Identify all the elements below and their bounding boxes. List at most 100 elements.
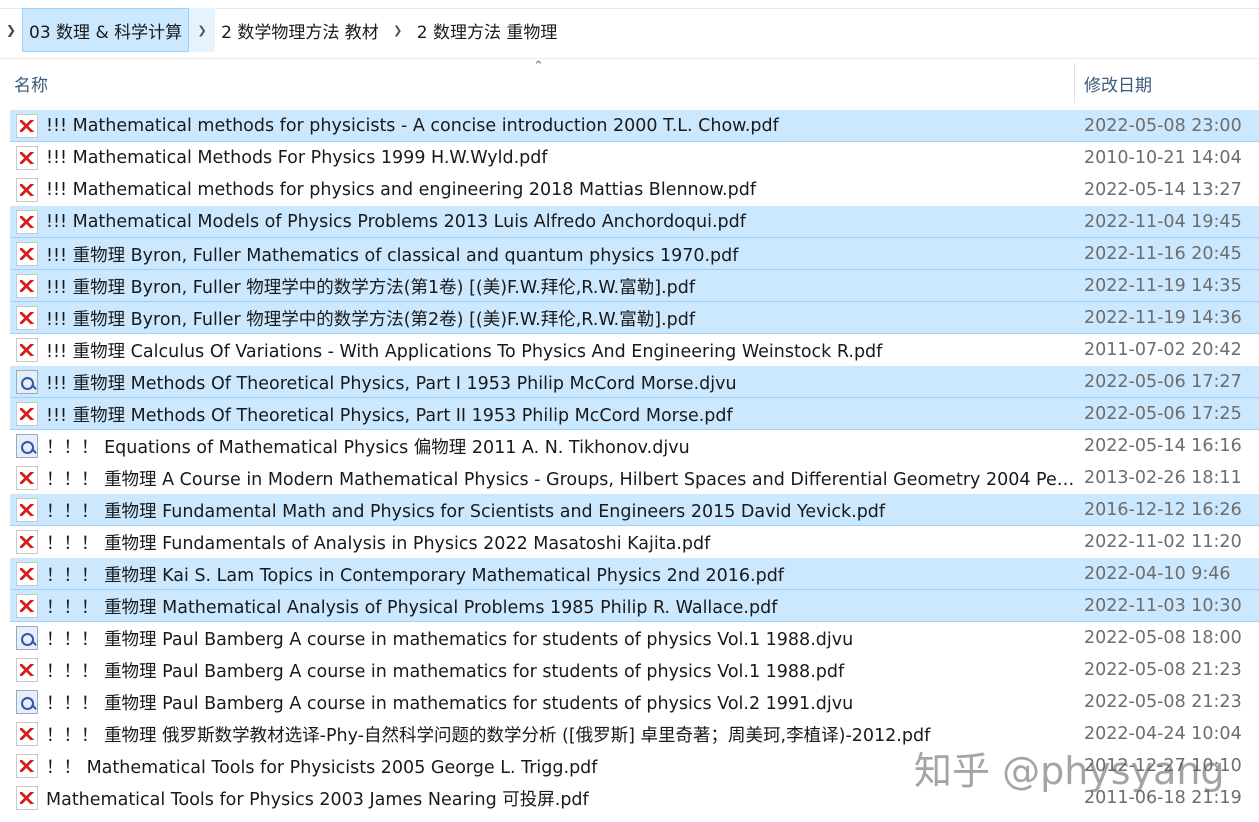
file-date: 2022-11-19 14:36 (1084, 308, 1242, 328)
file-date: 2022-05-06 17:27 (1084, 372, 1242, 392)
file-row[interactable]: !!! Mathematical methods for physicists … (10, 110, 1259, 142)
file-name[interactable]: ！！！ 重物理 Mathematical Analysis of Physica… (46, 594, 1076, 619)
chevron-right-icon[interactable]: ❯ (385, 8, 411, 52)
column-header-name[interactable]: 名称 (14, 71, 48, 96)
file-row[interactable]: !!! 重物理 Byron, Fuller Mathematics of cla… (10, 238, 1259, 270)
djvu-icon (16, 626, 38, 650)
file-row[interactable]: Mathematical Tools for Physics 2003 Jame… (10, 782, 1259, 814)
file-list: !!! Mathematical methods for physicists … (10, 110, 1259, 814)
file-name[interactable]: ！！！ 重物理 Paul Bamberg A course in mathema… (46, 658, 1076, 683)
file-row[interactable]: ！！！ Equations of Mathematical Physics 偏物… (10, 430, 1259, 462)
pdf-icon (16, 242, 38, 266)
file-name[interactable]: !!! 重物理 Methods Of Theoretical Physics, … (46, 370, 1076, 395)
pdf-icon (16, 402, 38, 426)
pdf-icon (16, 466, 38, 490)
file-row[interactable]: ！！！ 重物理 Paul Bamberg A course in mathema… (10, 654, 1259, 686)
pdf-icon (16, 786, 38, 810)
file-date: 2022-11-02 11:20 (1084, 532, 1242, 552)
pdf-icon (16, 274, 38, 298)
file-name[interactable]: Mathematical Tools for Physics 2003 Jame… (46, 786, 1076, 811)
breadcrumb: ❯ 03 数理 & 科学计算 ❯ 2 数学物理方法 教材 ❯ 2 数理方法 重物… (0, 8, 1259, 52)
file-date: 2022-04-24 10:04 (1084, 724, 1242, 744)
chevron-right-icon[interactable]: ❯ (189, 8, 216, 52)
file-row[interactable]: ！！！ 重物理 俄罗斯数学教材选译-Phy-自然科学问题的数学分析 ([俄罗斯]… (10, 718, 1259, 750)
sort-ascending-icon: ⌃ (533, 59, 544, 74)
file-date: 2013-02-26 18:11 (1084, 468, 1242, 488)
file-name[interactable]: !!! 重物理 Byron, Fuller 物理学中的数学方法(第1卷) [(美… (46, 274, 1076, 299)
pdf-icon (16, 210, 38, 234)
column-header-date[interactable]: 修改日期 (1084, 71, 1152, 96)
file-date: 2011-07-02 20:42 (1084, 340, 1242, 360)
file-name[interactable]: ！！！ 重物理 Fundamentals of Analysis in Phys… (46, 530, 1076, 555)
file-row[interactable]: !!! 重物理 Byron, Fuller 物理学中的数学方法(第2卷) [(美… (10, 302, 1259, 334)
file-row[interactable]: ！！！ 重物理 Mathematical Analysis of Physica… (10, 590, 1259, 622)
file-row[interactable]: !!! Mathematical Models of Physics Probl… (10, 206, 1259, 238)
file-name[interactable]: ！！！ 重物理 Kai S. Lam Topics in Contemporar… (46, 562, 1076, 587)
file-name[interactable]: !!! 重物理 Methods Of Theoretical Physics, … (46, 402, 1076, 427)
djvu-icon (16, 370, 38, 394)
file-row[interactable]: ！！！ 重物理 Paul Bamberg A course in mathema… (10, 622, 1259, 654)
file-row[interactable]: !!! 重物理 Calculus Of Variations - With Ap… (10, 334, 1259, 366)
file-date: 2022-05-14 16:16 (1084, 436, 1242, 456)
file-name[interactable]: ！！！ Equations of Mathematical Physics 偏物… (46, 434, 1076, 459)
file-row[interactable]: ！！！ 重物理 Fundamental Math and Physics for… (10, 494, 1259, 526)
pdf-icon (16, 114, 38, 138)
pdf-icon (16, 530, 38, 554)
pdf-icon (16, 722, 38, 746)
file-row[interactable]: !!! 重物理 Byron, Fuller 物理学中的数学方法(第1卷) [(美… (10, 270, 1259, 302)
file-date: 2022-05-08 18:00 (1084, 628, 1242, 648)
file-row[interactable]: !!! Mathematical methods for physics and… (10, 174, 1259, 206)
pdf-icon (16, 562, 38, 586)
file-date: 2012-12-27 10:10 (1084, 756, 1242, 776)
pdf-icon (16, 146, 38, 170)
file-date: 2011-06-18 21:19 (1084, 788, 1242, 808)
pdf-icon (16, 658, 38, 682)
pdf-icon (16, 498, 38, 522)
file-name[interactable]: ！！！ 重物理 Fundamental Math and Physics for… (46, 498, 1076, 523)
file-name[interactable]: ！！ Mathematical Tools for Physicists 200… (46, 754, 1076, 779)
file-date: 2022-05-08 23:00 (1084, 116, 1242, 136)
file-date: 2022-05-06 17:25 (1084, 404, 1242, 424)
file-row[interactable]: ！！！ 重物理 Paul Bamberg A course in mathema… (10, 686, 1259, 718)
column-header-row: ⌃ 名称 修改日期 (0, 58, 1259, 105)
file-name[interactable]: !!! Mathematical Models of Physics Probl… (46, 212, 1076, 232)
file-name[interactable]: !!! 重物理 Byron, Fuller Mathematics of cla… (46, 242, 1076, 267)
pdf-icon (16, 338, 38, 362)
file-date: 2022-04-10 9:46 (1084, 564, 1231, 584)
file-name[interactable]: ！！！ 重物理 Paul Bamberg A course in mathema… (46, 690, 1076, 715)
pdf-icon (16, 594, 38, 618)
file-date: 2022-05-08 21:23 (1084, 692, 1242, 712)
file-row[interactable]: !!! 重物理 Methods Of Theoretical Physics, … (10, 398, 1259, 430)
file-name[interactable]: !!! Mathematical methods for physicists … (46, 116, 1076, 136)
file-name[interactable]: ！！！ 重物理 Paul Bamberg A course in mathema… (46, 626, 1076, 651)
file-name[interactable]: !!! 重物理 Byron, Fuller 物理学中的数学方法(第2卷) [(美… (46, 306, 1076, 331)
file-name[interactable]: !!! 重物理 Calculus Of Variations - With Ap… (46, 338, 1076, 363)
file-row[interactable]: ！！！ 重物理 Kai S. Lam Topics in Contemporar… (10, 558, 1259, 590)
file-row[interactable]: ！！！ 重物理 A Course in Modern Mathematical … (10, 462, 1259, 494)
breadcrumb-item-1[interactable]: 03 数理 & 科学计算 (22, 8, 190, 52)
file-row[interactable]: !!! Mathematical Methods For Physics 199… (10, 142, 1259, 174)
file-row[interactable]: ！！！ 重物理 Fundamentals of Analysis in Phys… (10, 526, 1259, 558)
djvu-icon (16, 690, 38, 714)
file-row[interactable]: ！！ Mathematical Tools for Physicists 200… (10, 750, 1259, 782)
pdf-icon (16, 754, 38, 778)
file-date: 2022-05-08 21:23 (1084, 660, 1242, 680)
file-name[interactable]: ！！！ 重物理 俄罗斯数学教材选译-Phy-自然科学问题的数学分析 ([俄罗斯]… (46, 722, 1076, 747)
file-date: 2010-10-21 14:04 (1084, 148, 1242, 168)
file-row[interactable]: !!! 重物理 Methods Of Theoretical Physics, … (10, 366, 1259, 398)
breadcrumb-item-2[interactable]: 2 数学物理方法 教材 (215, 8, 385, 52)
file-name[interactable]: ！！！ 重物理 A Course in Modern Mathematical … (46, 466, 1076, 491)
file-name[interactable]: !!! Mathematical methods for physics and… (46, 180, 1076, 200)
file-date: 2022-11-03 10:30 (1084, 596, 1242, 616)
file-name[interactable]: !!! Mathematical Methods For Physics 199… (46, 148, 1076, 168)
file-date: 2022-11-19 14:35 (1084, 276, 1242, 296)
chevron-right-icon[interactable]: ❯ (0, 23, 22, 37)
breadcrumb-item-3[interactable]: 2 数理方法 重物理 (411, 8, 564, 52)
file-date: 2022-11-04 19:45 (1084, 212, 1242, 232)
djvu-icon (16, 434, 38, 458)
column-divider[interactable] (1074, 63, 1075, 103)
file-date: 2022-05-14 13:27 (1084, 180, 1242, 200)
pdf-icon (16, 178, 38, 202)
pdf-icon (16, 306, 38, 330)
file-date: 2016-12-12 16:26 (1084, 500, 1242, 520)
